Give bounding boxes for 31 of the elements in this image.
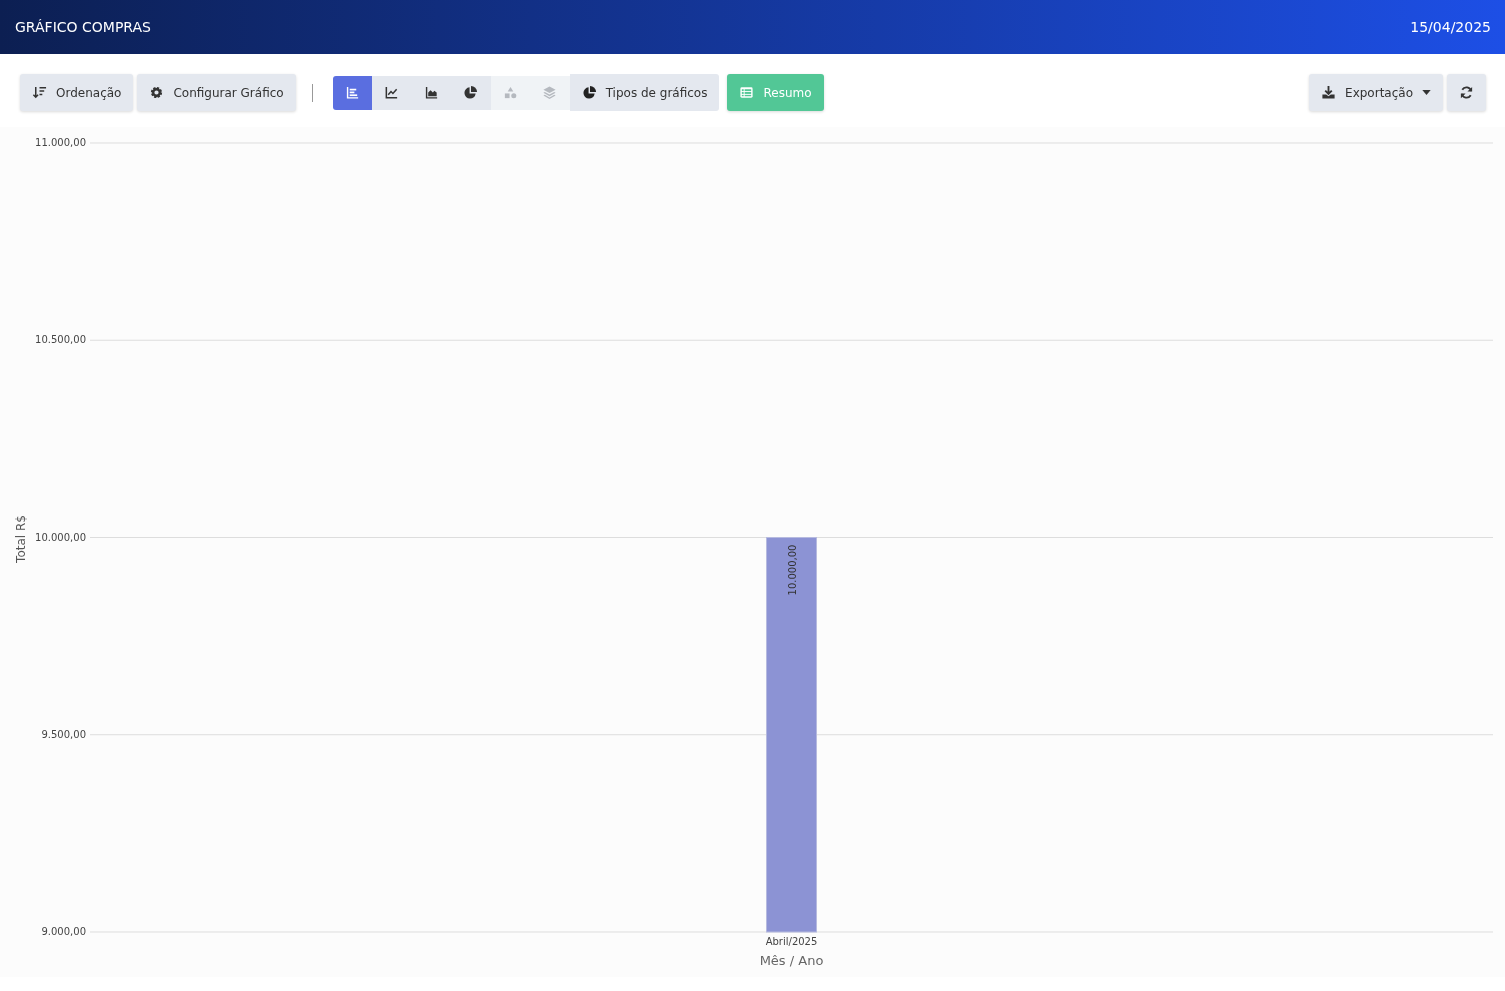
y-axis-tick-label: 9.000,00 bbox=[41, 926, 86, 937]
y-axis-tick-label: 9.500,00 bbox=[41, 728, 86, 740]
caret-icon bbox=[1422, 90, 1431, 95]
chart-types-button[interactable]: Tipos de gráficos bbox=[569, 74, 720, 111]
sort-icon bbox=[32, 85, 47, 100]
layers-icon bbox=[542, 85, 558, 100]
date-label: 15/04/2025 bbox=[1410, 19, 1491, 35]
y-axis-tick-label: 10.500,00 bbox=[35, 334, 86, 346]
configure-chart-button[interactable]: Configurar Gráfico bbox=[137, 74, 296, 111]
settings-icon bbox=[149, 85, 165, 100]
bar-value-label: 10.000,00 bbox=[786, 544, 798, 596]
x-axis-title: Mês / Ano bbox=[759, 953, 824, 968]
x-axis-tick-label: Abril/2025 bbox=[765, 936, 818, 947]
download-icon bbox=[1321, 85, 1337, 100]
refresh-button[interactable] bbox=[1447, 74, 1486, 111]
sort-button[interactable]: Ordenação bbox=[20, 74, 134, 111]
chart-type-button[interactable] bbox=[372, 75, 412, 110]
export-button[interactable]: Exportação bbox=[1309, 74, 1443, 111]
chart-type-button[interactable] bbox=[451, 75, 491, 110]
y-axis-title: Total R$ bbox=[14, 515, 28, 563]
table-icon bbox=[739, 85, 755, 100]
page-title: GRÁFICO COMPRAS bbox=[15, 19, 151, 35]
y-axis-tick-label: 10.000,00 bbox=[35, 531, 86, 543]
pie-chart-icon bbox=[463, 85, 479, 100]
pie-chart-icon bbox=[581, 85, 597, 100]
bar-chart-icon bbox=[344, 85, 360, 100]
line-chart-icon bbox=[384, 85, 400, 100]
shapes-icon bbox=[502, 85, 518, 100]
area-chart-icon bbox=[423, 85, 439, 100]
y-axis-tick-label: 11.000,00 bbox=[35, 137, 86, 148]
refresh-icon bbox=[1459, 85, 1474, 100]
